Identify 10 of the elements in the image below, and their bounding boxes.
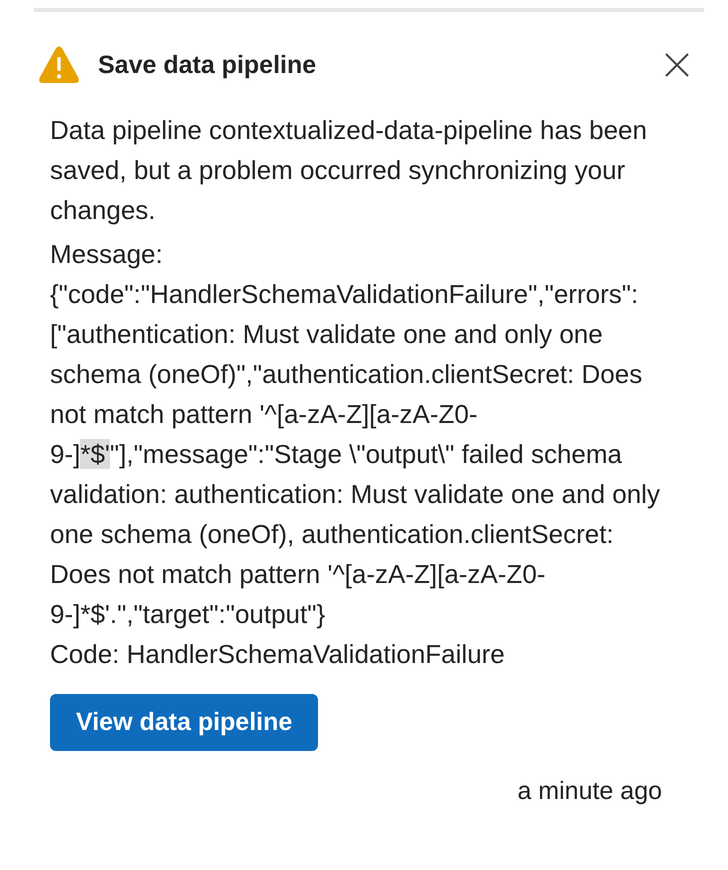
notification-title: Save data pipeline (98, 50, 318, 80)
close-icon (664, 52, 690, 78)
close-button[interactable] (664, 52, 690, 78)
warning-icon (38, 46, 80, 84)
timestamp: a minute ago (517, 776, 662, 807)
notification-summary: Data pipeline contextualized-data-pipeline has been saved, but a problem occurred synchronizing your changes. (50, 114, 648, 227)
message-label: Message: (50, 238, 164, 271)
error-code: Code: HandlerSchemaValidationFailure (50, 638, 506, 671)
error-message: {"code":"HandlerSchemaValidationFailure","errors":["authentication: Must validate one and only one schema (oneOf)","authentication.clientSecret: Does not match pattern '^[a-zA-Z][a-zA-Z0-9-]*$'"],"message":"Stage \"output\" failed schema validation: authentication: Must validate one and only one schema (oneOf), authentication.clientSecret: Does not match pattern '^[a-zA-Z][a-zA-Z0-9-]*$'.","target":"output"} (50, 278, 661, 631)
view-pipeline-button[interactable]: View data pipeline (50, 694, 318, 751)
